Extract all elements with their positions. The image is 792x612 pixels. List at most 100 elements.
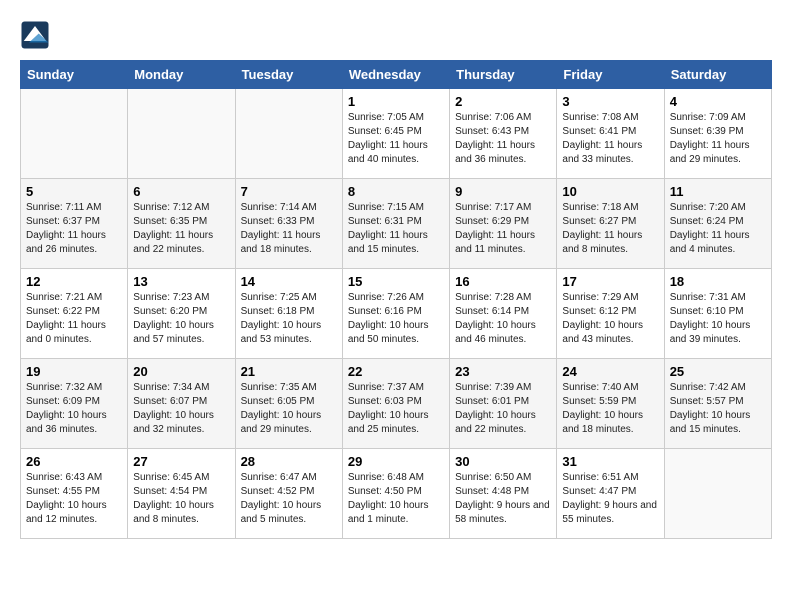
day-info: Sunrise: 6:50 AM Sunset: 4:48 PM Dayligh… (455, 471, 551, 527)
day-info: Sunrise: 6:47 AM Sunset: 4:52 PM Dayligh… (241, 471, 337, 527)
calendar-cell: 23 Sunrise: 7:39 AM Sunset: 6:01 PM Dayli… (450, 359, 557, 449)
weekday-header-saturday: Saturday (664, 61, 771, 89)
calendar-cell: 6 Sunrise: 7:12 AM Sunset: 6:35 PM Daylig… (128, 179, 235, 269)
calendar-table: SundayMondayTuesdayWednesdayThursdayFrid… (20, 60, 772, 539)
calendar-cell: 13 Sunrise: 7:23 AM Sunset: 6:20 PM Dayli… (128, 269, 235, 359)
day-number: 23 (455, 364, 551, 379)
day-info: Sunrise: 7:21 AM Sunset: 6:22 PM Dayligh… (26, 291, 122, 347)
day-number: 17 (562, 274, 658, 289)
calendar-cell: 24 Sunrise: 7:40 AM Sunset: 5:59 PM Dayli… (557, 359, 664, 449)
day-info: Sunrise: 6:48 AM Sunset: 4:50 PM Dayligh… (348, 471, 444, 527)
day-info: Sunrise: 7:18 AM Sunset: 6:27 PM Dayligh… (562, 201, 658, 257)
calendar-cell: 19 Sunrise: 7:32 AM Sunset: 6:09 PM Dayli… (21, 359, 128, 449)
day-number: 16 (455, 274, 551, 289)
calendar-week-row: 12 Sunrise: 7:21 AM Sunset: 6:22 PM Dayli… (21, 269, 772, 359)
calendar-cell: 2 Sunrise: 7:06 AM Sunset: 6:43 PM Daylig… (450, 89, 557, 179)
calendar-cell: 22 Sunrise: 7:37 AM Sunset: 6:03 PM Dayli… (342, 359, 449, 449)
calendar-cell: 11Sunrise: 7:20 AM Sunset: 6:24 PM Dayli… (664, 179, 771, 269)
calendar-cell: 14 Sunrise: 7:25 AM Sunset: 6:18 PM Dayli… (235, 269, 342, 359)
day-info: Sunrise: 7:17 AM Sunset: 6:29 PM Dayligh… (455, 201, 551, 257)
calendar-cell: 12 Sunrise: 7:21 AM Sunset: 6:22 PM Dayli… (21, 269, 128, 359)
day-info: Sunrise: 6:43 AM Sunset: 4:55 PM Dayligh… (26, 471, 122, 527)
calendar-cell: 17 Sunrise: 7:29 AM Sunset: 6:12 PM Dayli… (557, 269, 664, 359)
calendar-cell: 18 Sunrise: 7:31 AM Sunset: 6:10 PM Dayli… (664, 269, 771, 359)
day-info: Sunrise: 7:40 AM Sunset: 5:59 PM Dayligh… (562, 381, 658, 437)
day-number: 14 (241, 274, 337, 289)
calendar-week-row: 19 Sunrise: 7:32 AM Sunset: 6:09 PM Dayli… (21, 359, 772, 449)
day-number: 26 (26, 454, 122, 469)
day-number: 1 (348, 94, 444, 109)
day-info: Sunrise: 7:11 AM Sunset: 6:37 PM Dayligh… (26, 201, 122, 257)
day-info: Sunrise: 6:51 AM Sunset: 4:47 PM Dayligh… (562, 471, 658, 527)
day-number: 24 (562, 364, 658, 379)
calendar-cell: 31Sunrise: 6:51 AM Sunset: 4:47 PM Dayli… (557, 449, 664, 539)
day-number: 20 (133, 364, 229, 379)
calendar-cell: 10 Sunrise: 7:18 AM Sunset: 6:27 PM Dayli… (557, 179, 664, 269)
day-number: 13 (133, 274, 229, 289)
day-number: 28 (241, 454, 337, 469)
calendar-week-row: 26 Sunrise: 6:43 AM Sunset: 4:55 PM Dayli… (21, 449, 772, 539)
calendar-week-row: 1 Sunrise: 7:05 AM Sunset: 6:45 PM Daylig… (21, 89, 772, 179)
day-info: Sunrise: 7:34 AM Sunset: 6:07 PM Dayligh… (133, 381, 229, 437)
day-number: 22 (348, 364, 444, 379)
day-number: 4 (670, 94, 766, 109)
calendar-cell (235, 89, 342, 179)
calendar-cell: 28 Sunrise: 6:47 AM Sunset: 4:52 PM Dayli… (235, 449, 342, 539)
day-number: 9 (455, 184, 551, 199)
calendar-cell: 5Sunrise: 7:11 AM Sunset: 6:37 PM Daylig… (21, 179, 128, 269)
logo (20, 20, 54, 50)
weekday-header-sunday: Sunday (21, 61, 128, 89)
day-info: Sunrise: 7:37 AM Sunset: 6:03 PM Dayligh… (348, 381, 444, 437)
day-info: Sunrise: 7:05 AM Sunset: 6:45 PM Dayligh… (348, 111, 444, 167)
day-number: 29 (348, 454, 444, 469)
day-info: Sunrise: 7:15 AM Sunset: 6:31 PM Dayligh… (348, 201, 444, 257)
day-number: 10 (562, 184, 658, 199)
day-number: 19 (26, 364, 122, 379)
logo-icon (20, 20, 50, 50)
calendar-cell: 9 Sunrise: 7:17 AM Sunset: 6:29 PM Daylig… (450, 179, 557, 269)
calendar-page: SundayMondayTuesdayWednesdayThursdayFrid… (0, 0, 792, 549)
day-info: Sunrise: 7:12 AM Sunset: 6:35 PM Dayligh… (133, 201, 229, 257)
day-info: Sunrise: 7:31 AM Sunset: 6:10 PM Dayligh… (670, 291, 766, 347)
day-number: 8 (348, 184, 444, 199)
day-number: 25 (670, 364, 766, 379)
day-number: 18 (670, 274, 766, 289)
calendar-week-row: 5Sunrise: 7:11 AM Sunset: 6:37 PM Daylig… (21, 179, 772, 269)
day-number: 12 (26, 274, 122, 289)
day-info: Sunrise: 7:39 AM Sunset: 6:01 PM Dayligh… (455, 381, 551, 437)
calendar-cell: 7Sunrise: 7:14 AM Sunset: 6:33 PM Daylig… (235, 179, 342, 269)
day-number: 2 (455, 94, 551, 109)
calendar-cell: 25 Sunrise: 7:42 AM Sunset: 5:57 PM Dayli… (664, 359, 771, 449)
calendar-cell: 3Sunrise: 7:08 AM Sunset: 6:41 PM Daylig… (557, 89, 664, 179)
day-info: Sunrise: 7:29 AM Sunset: 6:12 PM Dayligh… (562, 291, 658, 347)
calendar-cell: 15 Sunrise: 7:26 AM Sunset: 6:16 PM Dayli… (342, 269, 449, 359)
calendar-cell (664, 449, 771, 539)
calendar-cell: 4 Sunrise: 7:09 AM Sunset: 6:39 PM Daylig… (664, 89, 771, 179)
day-number: 3 (562, 94, 658, 109)
weekday-header-friday: Friday (557, 61, 664, 89)
day-info: Sunrise: 7:32 AM Sunset: 6:09 PM Dayligh… (26, 381, 122, 437)
day-number: 30 (455, 454, 551, 469)
calendar-cell: 20 Sunrise: 7:34 AM Sunset: 6:07 PM Dayli… (128, 359, 235, 449)
header (20, 20, 772, 50)
calendar-cell: 21Sunrise: 7:35 AM Sunset: 6:05 PM Dayli… (235, 359, 342, 449)
calendar-cell: 27Sunrise: 6:45 AM Sunset: 4:54 PM Dayli… (128, 449, 235, 539)
calendar-cell: 26 Sunrise: 6:43 AM Sunset: 4:55 PM Dayli… (21, 449, 128, 539)
day-number: 15 (348, 274, 444, 289)
calendar-cell: 29 Sunrise: 6:48 AM Sunset: 4:50 PM Dayli… (342, 449, 449, 539)
calendar-header-row: SundayMondayTuesdayWednesdayThursdayFrid… (21, 61, 772, 89)
day-info: Sunrise: 7:26 AM Sunset: 6:16 PM Dayligh… (348, 291, 444, 347)
day-info: Sunrise: 7:06 AM Sunset: 6:43 PM Dayligh… (455, 111, 551, 167)
day-number: 21 (241, 364, 337, 379)
day-number: 6 (133, 184, 229, 199)
calendar-cell: 8 Sunrise: 7:15 AM Sunset: 6:31 PM Daylig… (342, 179, 449, 269)
day-info: Sunrise: 7:09 AM Sunset: 6:39 PM Dayligh… (670, 111, 766, 167)
day-info: Sunrise: 7:23 AM Sunset: 6:20 PM Dayligh… (133, 291, 229, 347)
weekday-header-tuesday: Tuesday (235, 61, 342, 89)
calendar-cell: 16Sunrise: 7:28 AM Sunset: 6:14 PM Dayli… (450, 269, 557, 359)
day-info: Sunrise: 7:42 AM Sunset: 5:57 PM Dayligh… (670, 381, 766, 437)
calendar-cell: 30 Sunrise: 6:50 AM Sunset: 4:48 PM Dayli… (450, 449, 557, 539)
day-info: Sunrise: 7:25 AM Sunset: 6:18 PM Dayligh… (241, 291, 337, 347)
day-info: Sunrise: 7:14 AM Sunset: 6:33 PM Dayligh… (241, 201, 337, 257)
day-number: 11 (670, 184, 766, 199)
